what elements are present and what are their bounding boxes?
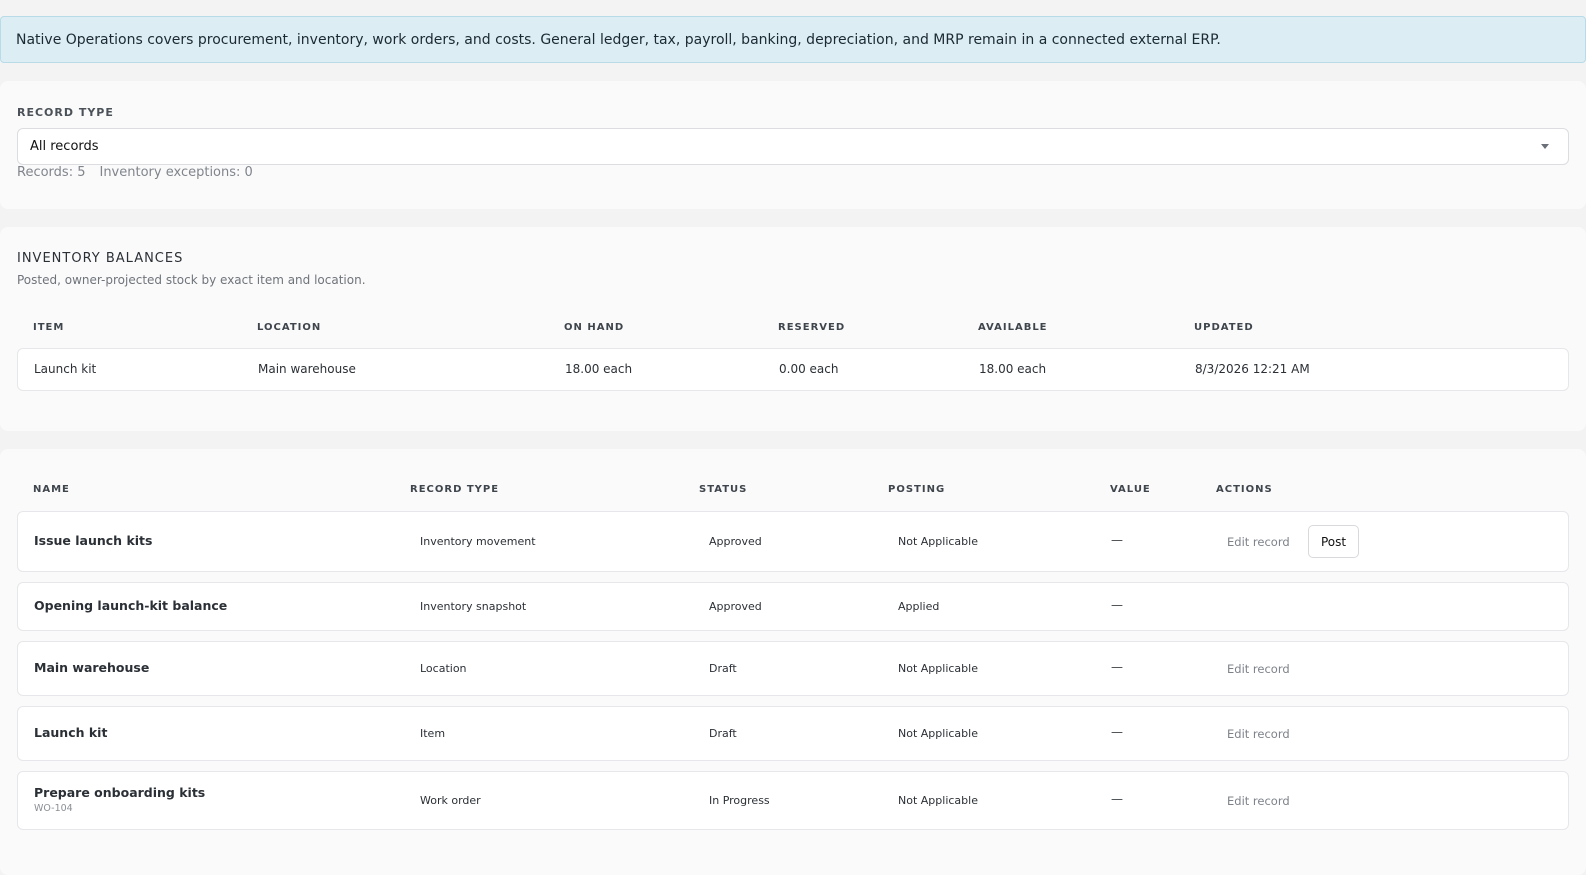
table-row: Launch kit Main warehouse 18.00 each 0.0… [17, 348, 1569, 391]
posting-badge: Applied [898, 600, 940, 613]
status-badge: Approved [709, 535, 762, 548]
column-header-status: STATUS [699, 484, 748, 495]
balance-updated: 8/3/2026 12:21 AM [1195, 362, 1310, 376]
record-value: — [1111, 598, 1123, 612]
records-panel: NAME RECORD TYPE STATUS POSTING VALUE AC… [0, 449, 1586, 875]
posting-badge: Not Applicable [898, 794, 978, 807]
record-name[interactable]: Main warehouse [34, 660, 149, 675]
table-row[interactable]: Issue launch kits Inventory movement App… [17, 511, 1569, 572]
record-name[interactable]: Prepare onboarding kits [34, 785, 205, 800]
edit-record-button[interactable]: Edit record [1227, 727, 1290, 741]
inventory-balances-title: INVENTORY BALANCES [17, 251, 184, 266]
record-value: — [1111, 660, 1123, 674]
column-header-location: LOCATION [257, 322, 322, 333]
table-row[interactable]: Launch kit Item Draft Not Applicable — E… [17, 706, 1569, 761]
column-header-updated: UPDATED [1194, 322, 1254, 333]
column-header-posting: POSTING [888, 484, 946, 495]
table-row[interactable]: Main warehouse Location Draft Not Applic… [17, 641, 1569, 696]
edit-record-button[interactable]: Edit record [1227, 535, 1290, 549]
chevron-down-icon [1541, 144, 1549, 149]
status-badge: In Progress [709, 794, 770, 807]
column-header-on-hand: ON HAND [564, 322, 625, 333]
record-type-select[interactable]: All records [17, 128, 1569, 165]
filter-panel: RECORD TYPE All records Records: 5 Inven… [0, 81, 1586, 209]
column-header-record-type: RECORD TYPE [410, 484, 500, 495]
record-value: — [1111, 792, 1123, 806]
table-row[interactable]: Prepare onboarding kits WO-104 Work orde… [17, 771, 1569, 830]
record-type-badge: Inventory snapshot [420, 600, 527, 613]
record-name[interactable]: Opening launch-kit balance [34, 598, 227, 613]
record-name[interactable]: Issue launch kits [34, 533, 152, 548]
posting-badge: Not Applicable [898, 727, 978, 740]
record-type-badge: Location [420, 662, 467, 675]
column-header-item: ITEM [33, 322, 65, 333]
column-header-value: VALUE [1110, 484, 1151, 495]
table-row[interactable]: Opening launch-kit balance Inventory sna… [17, 582, 1569, 631]
column-header-available: AVAILABLE [978, 322, 1048, 333]
record-type-badge: Work order [420, 794, 481, 807]
column-header-actions: ACTIONS [1216, 484, 1273, 495]
status-badge: Approved [709, 600, 762, 613]
info-banner-text: Native Operations covers procurement, in… [16, 31, 1221, 48]
inventory-balances-panel: INVENTORY BALANCES Posted, owner-project… [0, 227, 1586, 431]
record-type-label: RECORD TYPE [17, 106, 114, 119]
posting-badge: Not Applicable [898, 535, 978, 548]
record-code: WO-104 [34, 803, 73, 814]
inventory-balances-subtitle: Posted, owner-projected stock by exact i… [17, 273, 366, 287]
record-value: — [1111, 533, 1123, 547]
records-count: Records: 5 [17, 165, 86, 180]
info-banner: Native Operations covers procurement, in… [0, 16, 1586, 63]
record-value: — [1111, 725, 1123, 739]
balance-item: Launch kit [34, 362, 97, 376]
status-badge: Draft [709, 727, 737, 740]
post-button[interactable]: Post [1308, 525, 1360, 558]
record-name[interactable]: Launch kit [34, 725, 107, 740]
column-header-reserved: RESERVED [778, 322, 846, 333]
balance-location: Main warehouse [258, 362, 356, 376]
record-type-selected-value: All records [30, 139, 99, 154]
inventory-exceptions-count: Inventory exceptions: 0 [99, 165, 253, 180]
balance-available: 18.00 each [979, 362, 1047, 376]
record-type-badge: Item [420, 727, 446, 740]
column-header-name: NAME [33, 484, 70, 495]
record-type-badge: Inventory movement [420, 535, 536, 548]
edit-record-button[interactable]: Edit record [1227, 662, 1290, 676]
posting-badge: Not Applicable [898, 662, 978, 675]
balance-reserved: 0.00 each [779, 362, 839, 376]
edit-record-button[interactable]: Edit record [1227, 794, 1290, 808]
status-badge: Draft [709, 662, 737, 675]
record-counts: Records: 5 Inventory exceptions: 0 [17, 165, 253, 180]
balance-on-hand: 18.00 each [565, 362, 633, 376]
